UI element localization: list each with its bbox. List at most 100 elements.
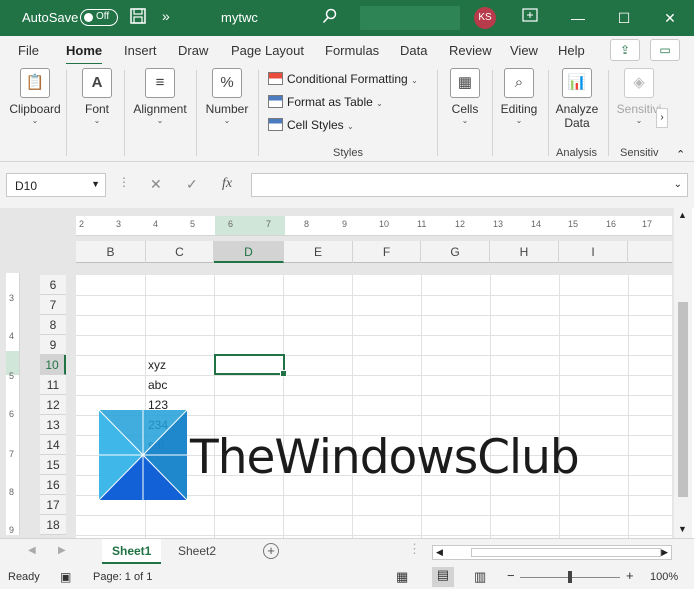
horizontal-scroll-thumb[interactable] bbox=[471, 548, 661, 557]
column-header-b[interactable]: B bbox=[76, 241, 146, 263]
conditional-formatting-button[interactable]: Conditional Formatting ⌄ bbox=[268, 72, 418, 86]
column-header-h[interactable]: H bbox=[490, 241, 559, 263]
next-sheet-icon[interactable]: ▶ bbox=[58, 545, 66, 556]
search-icon[interactable] bbox=[320, 8, 340, 28]
search-box[interactable] bbox=[360, 6, 460, 30]
row-header-16[interactable]: 16 bbox=[40, 475, 66, 495]
vertical-scroll-thumb[interactable] bbox=[678, 302, 688, 497]
horizontal-ruler: 2 3 4 5 6 7 8 9 10 11 12 13 14 15 16 17 bbox=[76, 216, 672, 236]
ribbon-scroll-right-icon[interactable]: › bbox=[656, 108, 668, 128]
tab-insert[interactable]: Insert bbox=[124, 43, 157, 58]
clipboard-button[interactable]: 📋 Clipboard ⌄ bbox=[8, 68, 62, 125]
enter-icon[interactable]: ✓ bbox=[186, 176, 198, 193]
horizontal-scrollbar[interactable]: ◀ ▶ bbox=[432, 545, 672, 560]
analyze-data-icon: 📊 bbox=[562, 68, 592, 98]
sheet-tab-sheet2[interactable]: Sheet2 bbox=[168, 539, 226, 564]
zoom-out-icon[interactable]: − bbox=[507, 568, 515, 583]
avatar[interactable]: KS bbox=[474, 7, 496, 29]
status-ready: Ready bbox=[8, 571, 40, 583]
row-header-11[interactable]: 11 bbox=[40, 375, 66, 395]
tab-formulas[interactable]: Formulas bbox=[325, 43, 379, 58]
row-header-6[interactable]: 6 bbox=[40, 275, 66, 295]
page-break-view-icon[interactable]: ▥ bbox=[474, 569, 486, 585]
tab-page-layout[interactable]: Page Layout bbox=[231, 43, 304, 58]
scroll-right-icon[interactable]: ▶ bbox=[661, 547, 668, 558]
column-header-f[interactable]: F bbox=[353, 241, 421, 263]
status-bar: Ready ▣ Page: 1 of 1 ▦ ▤ ▥ − + 100% bbox=[0, 566, 694, 589]
zoom-level[interactable]: 100% bbox=[650, 571, 678, 583]
title-bar: AutoSave Off » mytwc KS — ☐ ✕ bbox=[0, 0, 694, 36]
cells-button[interactable]: ▦ Cells ⌄ bbox=[445, 68, 485, 125]
tab-view[interactable]: View bbox=[510, 43, 538, 58]
column-header-e[interactable]: E bbox=[284, 241, 353, 263]
scroll-up-icon[interactable]: ▲ bbox=[678, 210, 687, 220]
drag-handle-icon[interactable]: ⋮ bbox=[118, 175, 130, 189]
row-header-10[interactable]: 10 bbox=[40, 355, 66, 375]
normal-view-icon[interactable]: ▦ bbox=[396, 569, 408, 585]
sheet-tab-sheet1[interactable]: Sheet1 bbox=[102, 539, 162, 564]
row-header-9[interactable]: 9 bbox=[40, 335, 66, 355]
active-cell-d10[interactable] bbox=[214, 354, 287, 377]
row-header-13[interactable]: 13 bbox=[40, 415, 66, 435]
row-header-12[interactable]: 12 bbox=[40, 395, 66, 415]
accessibility-icon[interactable]: ▣ bbox=[60, 570, 71, 584]
comments-icon[interactable]: ▭ bbox=[650, 39, 680, 61]
column-header-g[interactable]: G bbox=[421, 241, 490, 263]
column-header-d[interactable]: D bbox=[214, 241, 284, 263]
cell-c11[interactable]: abc bbox=[145, 375, 167, 395]
zoom-slider-thumb[interactable] bbox=[568, 571, 572, 583]
row-header-15[interactable]: 15 bbox=[40, 455, 66, 475]
ribbon-display-icon[interactable] bbox=[520, 8, 540, 28]
tab-review[interactable]: Review bbox=[449, 43, 492, 58]
tab-draw[interactable]: Draw bbox=[178, 43, 208, 58]
prev-sheet-icon[interactable]: ◀ bbox=[28, 545, 36, 556]
autosave-toggle[interactable]: Off bbox=[80, 9, 118, 26]
ribbon: 📋 Clipboard ⌄ A Font ⌄ ≡ Alignment ⌄ % N… bbox=[0, 64, 694, 162]
column-header-c[interactable]: C bbox=[146, 241, 214, 263]
tab-file[interactable]: File bbox=[18, 43, 39, 58]
close-button[interactable]: ✕ bbox=[660, 8, 680, 28]
analyze-data-button[interactable]: 📊 Analyze Data bbox=[554, 68, 600, 130]
font-button[interactable]: A Font ⌄ bbox=[76, 68, 118, 125]
vertical-scrollbar[interactable]: ▲ ▼ bbox=[674, 208, 692, 538]
cancel-icon[interactable]: ✕ bbox=[150, 176, 162, 193]
page-layout-view-icon[interactable]: ▤ bbox=[432, 567, 454, 587]
zoom-in-icon[interactable]: + bbox=[626, 568, 634, 583]
row-header-18[interactable]: 18 bbox=[40, 515, 66, 535]
drag-handle-icon[interactable]: ⋮ bbox=[408, 541, 421, 557]
add-sheet-icon[interactable]: + bbox=[263, 543, 279, 559]
name-box[interactable]: D10 ▼ bbox=[6, 173, 106, 197]
formula-input[interactable]: ⌄ bbox=[251, 173, 688, 197]
cell-c10[interactable]: xyz bbox=[145, 355, 166, 375]
column-headers: B C D E F G H I bbox=[76, 241, 672, 263]
tab-home[interactable]: Home bbox=[66, 43, 103, 65]
autosave-label: AutoSave bbox=[22, 10, 79, 25]
formula-bar: D10 ▼ ⋮ ✕ ✓ fx ⌄ bbox=[0, 162, 694, 208]
share-icon[interactable]: ⇪ bbox=[610, 39, 640, 61]
scroll-left-icon[interactable]: ◀ bbox=[436, 547, 443, 558]
alignment-button[interactable]: ≡ Alignment ⌄ bbox=[130, 68, 190, 125]
row-header-17[interactable]: 17 bbox=[40, 495, 66, 515]
tab-data[interactable]: Data bbox=[400, 43, 427, 58]
tab-help[interactable]: Help bbox=[558, 43, 585, 58]
chevron-down-icon: ⌄ bbox=[93, 116, 101, 125]
editing-button[interactable]: ⌕ Editing ⌄ bbox=[498, 68, 540, 125]
collapse-ribbon-icon[interactable]: ⌃ bbox=[676, 148, 685, 161]
maximize-button[interactable]: ☐ bbox=[614, 8, 634, 28]
row-header-8[interactable]: 8 bbox=[40, 315, 66, 335]
scroll-down-icon[interactable]: ▼ bbox=[678, 524, 687, 534]
row-header-7[interactable]: 7 bbox=[40, 295, 66, 315]
row-header-14[interactable]: 14 bbox=[40, 435, 66, 455]
minimize-button[interactable]: — bbox=[568, 8, 588, 28]
insert-function-icon[interactable]: fx bbox=[222, 176, 232, 192]
number-button[interactable]: % Number ⌄ bbox=[202, 68, 252, 125]
windows-club-logo-icon bbox=[99, 410, 187, 500]
table-icon bbox=[268, 95, 283, 108]
save-icon[interactable] bbox=[128, 8, 148, 28]
cell-styles-button[interactable]: Cell Styles ⌄ bbox=[268, 118, 354, 132]
more-commands-icon[interactable]: » bbox=[162, 8, 170, 24]
percent-icon: % bbox=[212, 68, 242, 98]
column-header-i[interactable]: I bbox=[559, 241, 628, 263]
magnifier-icon: ⌕ bbox=[504, 68, 534, 98]
format-as-table-button[interactable]: Format as Table ⌄ bbox=[268, 95, 383, 109]
